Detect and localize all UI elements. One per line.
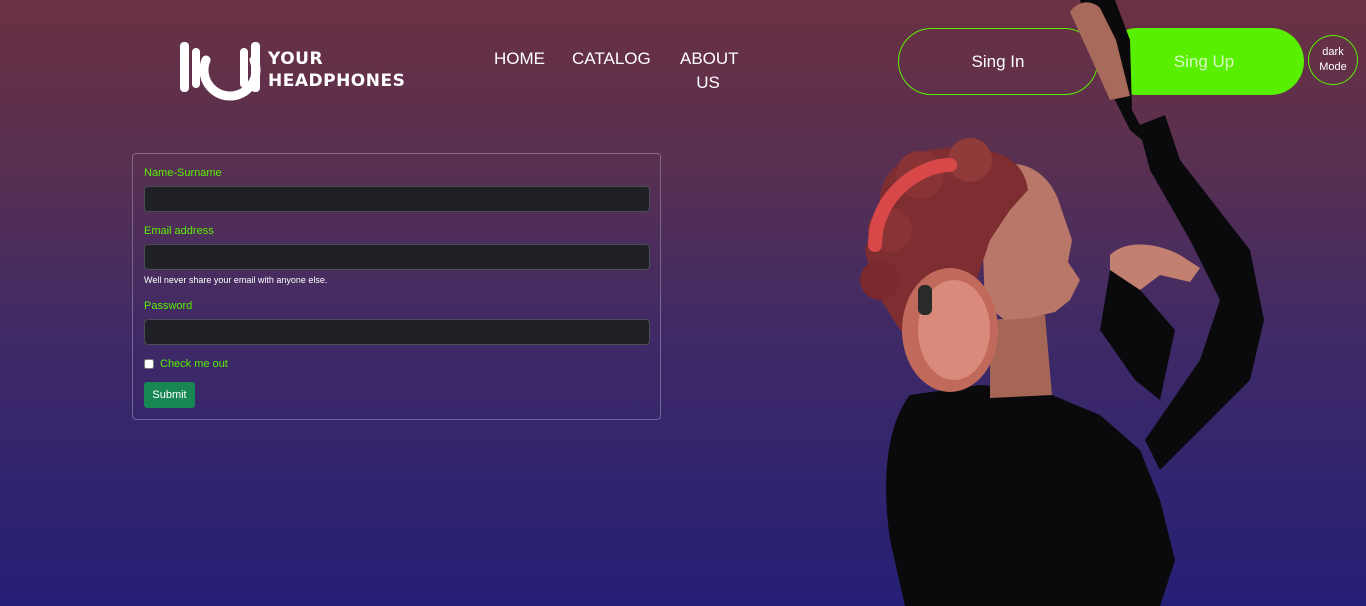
name-input[interactable] [144,186,650,212]
brand-line-2: HEADPHONES [268,71,406,91]
brand-logo[interactable]: YOUR HEADPHONES [178,38,405,102]
email-label: Email address [144,225,214,237]
signup-form: Name-Surname Email address Well never sh… [132,153,661,420]
password-label: Password [144,300,193,312]
woman-with-headphones-illustration [860,0,1264,606]
headphones-logo-icon [180,42,261,101]
check-me-out-label[interactable]: Check me out [160,358,228,370]
nav-home-link[interactable]: HOME [494,47,545,71]
check-me-out-checkbox[interactable] [144,359,154,369]
brand-name: YOUR HEADPHONES [268,48,405,92]
password-input[interactable] [144,319,650,345]
nav-about-line-2: US [696,73,720,92]
nav-catalog-link[interactable]: CATALOG [572,47,651,71]
nav-about-link[interactable]: ABOUT US [680,47,739,95]
name-label: Name-Surname [144,167,222,179]
email-input[interactable] [144,244,650,270]
email-help-text: Well never share your email with anyone … [144,275,328,285]
submit-button[interactable]: Submit [144,382,195,408]
nav-about-line-1: ABOUT [680,49,739,68]
brand-line-1: YOUR [268,49,324,69]
